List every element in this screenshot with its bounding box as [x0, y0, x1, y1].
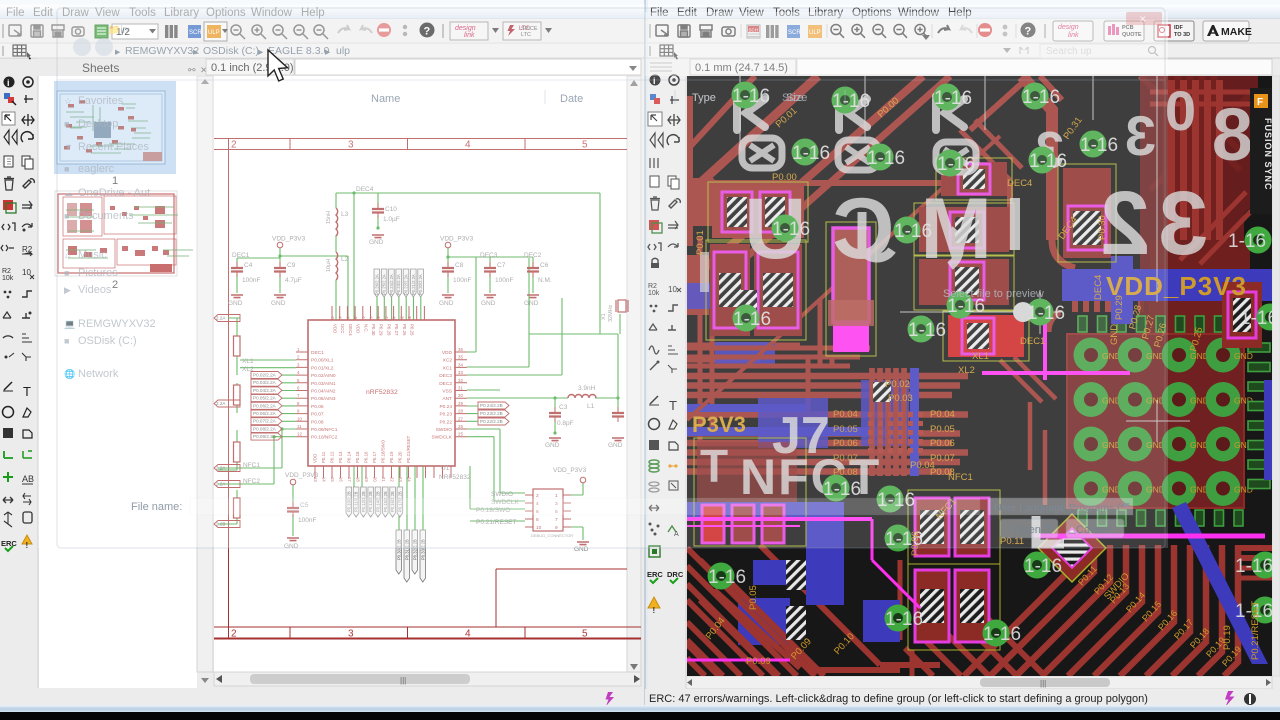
svg-text:Open: Open — [1014, 524, 1041, 536]
svg-text:♫: ♫ — [64, 250, 71, 260]
svg-text:Favorites: Favorites — [78, 95, 124, 107]
svg-text:P0.21/RESET: P0.21/RESET — [1250, 601, 1261, 660]
svg-text:1-16: 1-16 — [983, 624, 1021, 645]
svg-text:|||: ||| — [1040, 679, 1046, 688]
svg-text:DRC: DRC — [667, 570, 684, 579]
svg-text:▸: ▸ — [115, 46, 121, 58]
svg-text:📁in: 📁in — [108, 25, 128, 36]
svg-text:▸: ▸ — [325, 46, 331, 58]
svg-text:5: 5 — [582, 629, 588, 640]
svg-text:☆: ☆ — [64, 96, 72, 106]
svg-text:✕: ✕ — [1139, 14, 1147, 24]
svg-text:ulp: ulp — [336, 45, 350, 57]
svg-text:REMGWYXV32: REMGWYXV32 — [78, 318, 156, 330]
svg-text:💻: 💻 — [64, 319, 75, 329]
svg-text:8: 8 — [1212, 93, 1253, 176]
svg-text:AB: AB — [22, 474, 34, 484]
svg-text:OSDisk (C:): OSDisk (C:) — [203, 45, 259, 57]
svg-text:▸: ▸ — [193, 46, 199, 58]
svg-text:4: 4 — [465, 629, 471, 640]
svg-text:Documents: Documents — [78, 210, 134, 222]
svg-text:IDF: IDF — [1174, 25, 1184, 31]
svg-text:1-16: 1-16 — [885, 609, 923, 630]
svg-text:2: 2 — [231, 629, 237, 640]
svg-text:ERC: ERC — [647, 570, 663, 579]
svg-text:Date: Date — [560, 93, 583, 105]
svg-text:■: ■ — [64, 119, 69, 129]
svg-text:▶: ▶ — [64, 285, 71, 295]
svg-text:Network: Network — [78, 368, 119, 380]
svg-text:T: T — [23, 384, 31, 399]
svg-text:3: 3 — [348, 629, 354, 640]
svg-text:Size: Size — [786, 92, 807, 104]
svg-text:10k: 10k — [2, 275, 14, 282]
svg-text:|||: ||| — [400, 676, 406, 685]
svg-text:■: ■ — [64, 268, 69, 278]
svg-text:Videos: Videos — [78, 284, 112, 296]
svg-text:ERC: 47 errors/warnings. Left-: ERC: 47 errors/warnings. Left-click&drag… — [649, 693, 1148, 705]
svg-text:0: 0 — [1165, 79, 1196, 142]
svg-text:■: ■ — [64, 211, 69, 221]
svg-text:▸: ▸ — [258, 46, 264, 58]
svg-text:EAGLE 8.3.0: EAGLE 8.3.0 — [268, 45, 329, 57]
svg-text:■: ■ — [64, 336, 69, 346]
svg-text:OSDisk (C:): OSDisk (C:) — [78, 335, 137, 347]
svg-text:Select file to preview: Select file to preview — [943, 288, 1044, 300]
svg-text:P0.09: P0.09 — [746, 656, 771, 667]
svg-text:User Language Programs (*: User Language Programs (* — [994, 502, 1125, 514]
svg-text:R2: R2 — [2, 268, 11, 275]
svg-text:Pictures: Pictures — [78, 267, 118, 279]
svg-text:1-16: 1-16 — [1228, 231, 1266, 252]
svg-text:▼: ▼ — [64, 142, 73, 152]
svg-text:Type: Type — [692, 92, 716, 104]
svg-text:ERC: ERC — [1, 539, 17, 548]
svg-text:P0.19: P0.19 — [1222, 625, 1233, 650]
svg-text:🌐: 🌐 — [64, 368, 75, 379]
svg-text:!: ! — [653, 606, 656, 615]
svg-text:☁: ☁ — [64, 188, 73, 198]
svg-text:TO 3D: TO 3D — [1174, 32, 1190, 38]
svg-text:Cancel: Cancel — [1076, 524, 1110, 536]
svg-text:REMGWYXV32: REMGWYXV32 — [125, 45, 199, 57]
svg-text:Music: Music — [78, 249, 107, 261]
svg-text:OneDrive - Aut: OneDrive - Aut — [78, 187, 150, 199]
svg-text:■: ■ — [64, 164, 69, 174]
svg-text:MAKE: MAKE — [1221, 26, 1252, 38]
svg-text:Recent Places: Recent Places — [78, 141, 149, 153]
svg-text:Desktop: Desktop — [78, 118, 118, 130]
svg-text:Name: Name — [371, 93, 400, 105]
svg-text:File name:: File name: — [131, 501, 182, 513]
svg-text:eaglerc: eaglerc — [78, 163, 115, 175]
svg-text:i: i — [7, 78, 10, 88]
svg-text:P0.05: P0.05 — [748, 585, 759, 610]
svg-text:FUSION SYNC: FUSION SYNC — [1263, 118, 1273, 191]
svg-text:1-16: 1-16 — [1024, 556, 1062, 577]
svg-text:F: F — [1257, 97, 1263, 108]
svg-text:1-16: 1-16 — [708, 567, 746, 588]
svg-text:1-16: 1-16 — [1235, 556, 1273, 577]
svg-text:!: ! — [26, 541, 29, 550]
